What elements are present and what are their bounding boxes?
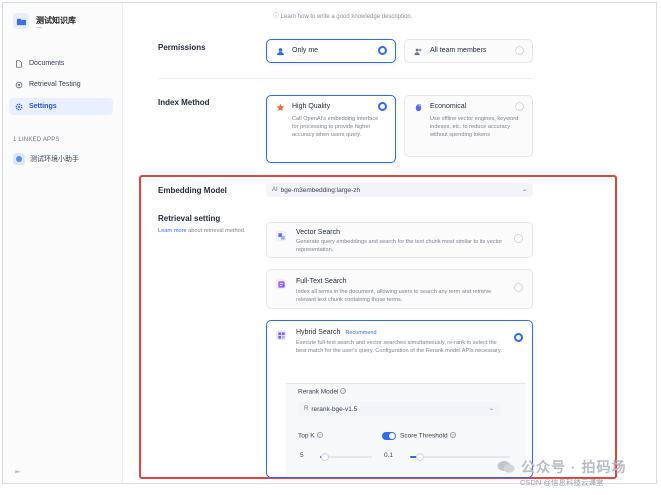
index-economical[interactable]: Economical Use offline vector engines, k… [404,95,533,157]
slider-handle[interactable] [321,453,330,461]
rerank-model-label: Rerank Model? [298,388,347,396]
index-method-label: Index Method [158,98,210,107]
csdn-watermark: CSDN @信息科技云课堂 [520,478,604,487]
option-title: Vector Search [296,229,340,236]
option-description: Use offline vector engines, keyword inde… [430,116,519,138]
score-threshold-toggle[interactable] [382,432,396,440]
rerank-settings-panel: Rerank Model? R rerank-bge-v1.5 ⌄ Top K?… [286,383,526,475]
sidebar: 测试知识库 — Documents Retrieval Testing Sett… [3,3,123,483]
wechat-watermark: 公众号 · 拍码场 [497,457,626,477]
model-provider-icon: AI [272,187,278,193]
option-description: Generate query embeddings and search for… [296,239,503,253]
dataset-name: 测试知识库 [36,16,76,25]
embedding-model-label: Embedding Model [158,186,227,195]
sidebar-item-label: Retrieval Testing [29,81,81,88]
radio-unselected[interactable] [514,234,523,243]
app-icon [13,153,25,165]
gear-icon [15,103,23,110]
top-k-slider[interactable] [320,453,372,461]
radio-unselected[interactable] [514,283,523,292]
option-title: Only me [292,47,319,54]
rerank-model-select[interactable]: R rerank-bge-v1.5 ⌄ [298,402,500,416]
index-high-quality[interactable]: High Quality Call OpenAI's embedding int… [266,95,396,163]
app-window: 测试知识库 — Documents Retrieval Testing Sett… [2,2,657,484]
option-title: High Quality [292,103,331,110]
recommend-badge: Recommend [345,330,377,336]
radio-unselected[interactable] [515,46,524,55]
sidebar-item-label: Documents [29,60,65,67]
linked-app-item[interactable]: 测试环境小助手 [13,153,79,165]
retrieval-vector-search[interactable]: Vector Search Generate query embeddings … [266,222,533,258]
chevron-down-icon: ⌄ [521,187,527,193]
hybrid-search-icon [276,330,286,340]
rerank-model-label-text: Rerank Model [298,388,339,396]
score-threshold-value[interactable]: 0.1 [384,452,393,459]
retrieval-setting-label: Retrieval setting [158,214,221,223]
score-threshold-slider[interactable] [410,453,510,461]
coin-icon [413,102,423,112]
user-icon [275,46,285,56]
help-icon[interactable]: ? [340,388,347,394]
score-threshold-label-text: Score Threshold [400,432,448,440]
retrieval-help-rest: about retrieval method. [186,228,246,234]
sidebar-item-settings[interactable]: Settings [9,98,113,115]
top-k-value[interactable]: 5 [300,452,304,459]
sidebar-item-documents[interactable]: Documents [9,55,113,72]
option-description: Index all terms in the document, allowin… [296,289,492,303]
divider [158,78,533,79]
team-icon [413,46,423,56]
retrieval-full-text-search[interactable]: Full-Text Search Index all terms in the … [266,269,533,309]
option-title: Full-Text Search [296,278,347,285]
option-title: All team members [430,47,487,54]
permission-all-team[interactable]: All team members [404,39,533,63]
watermark-text: 公众号 · 拍码场 [521,459,627,475]
radio-selected[interactable] [378,46,387,55]
linked-apps-title: 1 LINKED APPS [13,137,60,143]
description-help-link[interactable]: ⓘ Learn how to write a good knowledge de… [273,11,412,20]
option-title: Economical [430,103,467,110]
top-k-label: Top K? [298,432,323,440]
sidebar-item-label: Settings [29,103,57,110]
help-icon[interactable]: ? [316,432,323,438]
target-icon [15,81,23,88]
radio-selected[interactable] [514,333,523,342]
wechat-icon [497,461,515,473]
folder-icon [13,13,29,29]
embedding-model-value: bge-m3embedding:large-zh [280,186,361,194]
permission-only-me[interactable]: Only me [266,39,396,63]
learn-more-link[interactable]: Learn more [158,228,187,234]
option-description: Call OpenAI's embedding interface for pr… [292,116,379,138]
score-threshold-label: Score Threshold? [400,432,456,440]
sidebar-item-retrieval-testing[interactable]: Retrieval Testing [9,76,113,93]
permissions-label: Permissions [158,43,206,52]
full-text-search-icon [276,279,286,289]
star-icon [275,102,285,112]
retrieval-help-text: Learn more about retrieval method. [158,227,248,235]
embedding-model-select[interactable]: AI bge-m3embedding:large-zh ⌄ [266,183,533,197]
option-title-text: Hybrid Search [296,329,341,336]
option-description: Execute full-text search and vector sear… [296,340,502,354]
help-icon[interactable]: ? [449,432,456,438]
vector-search-icon [276,231,286,241]
radio-selected[interactable] [378,102,387,111]
rerank-model-value: rerank-bge-v1.5 [311,405,358,413]
chevron-down-icon: ⌄ [488,406,494,412]
linked-app-name: 测试环境小助手 [30,156,79,163]
dataset-header[interactable]: 测试知识库 [13,13,76,29]
top-k-label-text: Top K [298,432,315,440]
dataset-subtitle: — [36,25,42,31]
model-provider-icon: R [304,406,309,412]
slider-handle[interactable] [416,453,424,461]
collapse-sidebar-icon[interactable]: ⇤ [15,469,22,476]
option-title: Hybrid Search Recommend [296,329,377,336]
document-icon [16,59,22,68]
radio-unselected[interactable] [515,102,524,111]
